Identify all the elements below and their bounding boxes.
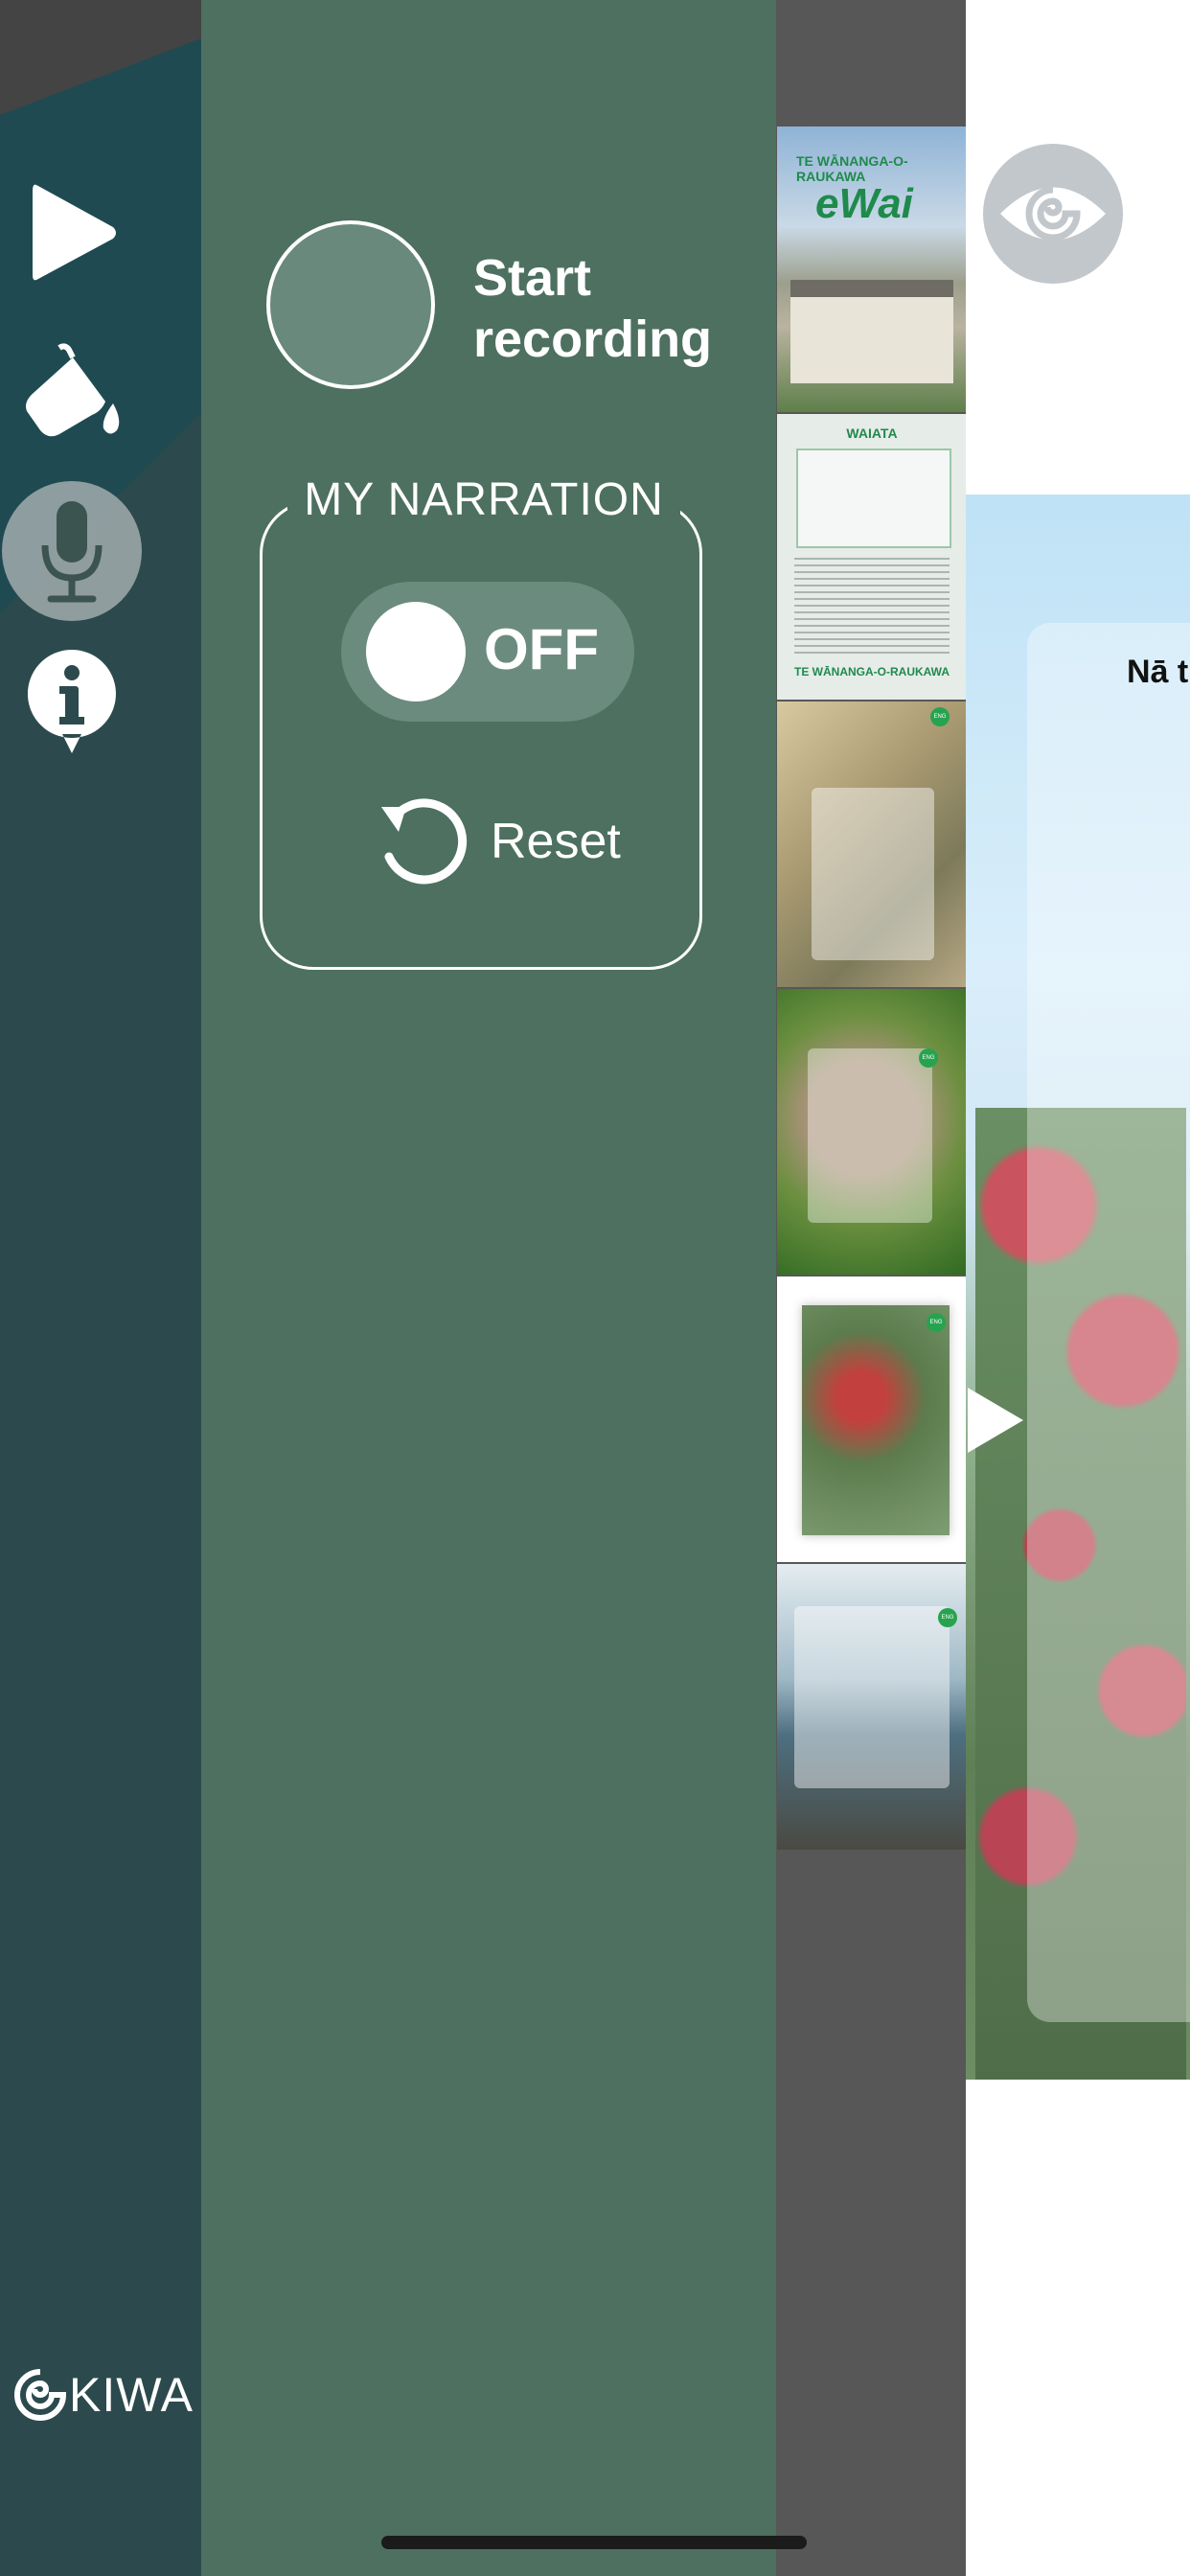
microphone-button[interactable] [0,479,144,623]
thumbnail-overlay [812,788,934,960]
reset-icon[interactable] [368,786,481,899]
reset-button[interactable]: Reset [491,813,621,870]
kiwa-logo: KIWA [13,2367,194,2423]
thumbnail-badge: ENG [938,1608,957,1627]
start-recording-label[interactable]: Start recording [473,247,742,370]
thumbnail-fern[interactable]: ENG [777,989,967,1275]
thumbnail-overlay [794,1606,950,1788]
thumbnail-overlay [802,1305,950,1535]
thumbnail-cover-house [790,280,953,383]
info-icon [27,650,116,753]
eye-button[interactable] [983,144,1123,284]
thumbnail-badge: ENG [930,707,950,726]
narration-group [260,500,702,970]
toggle-knob [366,602,466,702]
paint-bucket-button[interactable] [0,320,144,464]
info-button[interactable] [0,632,144,776]
toggle-state: OFF [484,617,599,681]
play-button[interactable] [0,161,144,305]
microphone-icon [41,501,103,603]
thumbnail-waves[interactable]: ENG [777,1564,967,1850]
koru-icon [14,2369,67,2421]
narration-panel [201,0,776,2576]
thumbnail-pohutukawa-selected[interactable]: ENG [777,1276,974,1562]
thumbnail-waiata-footer: TE WĀNANGA-O-RAUKAWA [794,665,950,678]
thumbnail-waiata-text [794,558,950,654]
record-button[interactable] [266,220,435,389]
eye-koru-icon [1000,186,1106,242]
narration-title: MY NARRATION [287,473,680,526]
page-text: Nā t [1127,654,1189,690]
brand-name: KIWA [69,2368,194,2422]
paint-bucket-icon [26,343,120,437]
thumbnail-badge: ENG [927,1313,946,1332]
thumbnail-cover[interactable]: TE WĀNANGA-O-RAUKAWA eWai [777,126,967,412]
icon-rail: KIWA [0,0,201,2576]
thumbnail-badge: ENG [919,1048,938,1068]
play-icon [33,184,116,281]
thumbnail-riverbed[interactable]: ENG [777,702,967,987]
thumbnail-cover-subtitle: eWai [815,180,913,227]
thumbnail-waiata-list [796,448,951,548]
thumbnail-overlay [808,1048,932,1223]
text-overlay-card [1027,623,1190,2022]
selected-page-indicator [968,1388,1023,1453]
home-indicator[interactable] [381,2536,807,2549]
thumbnail-waiata-title: WAIATA [846,426,898,441]
thumbnail-waiata[interactable]: WAIATA TE WĀNANGA-O-RAUKAWA [777,414,967,700]
